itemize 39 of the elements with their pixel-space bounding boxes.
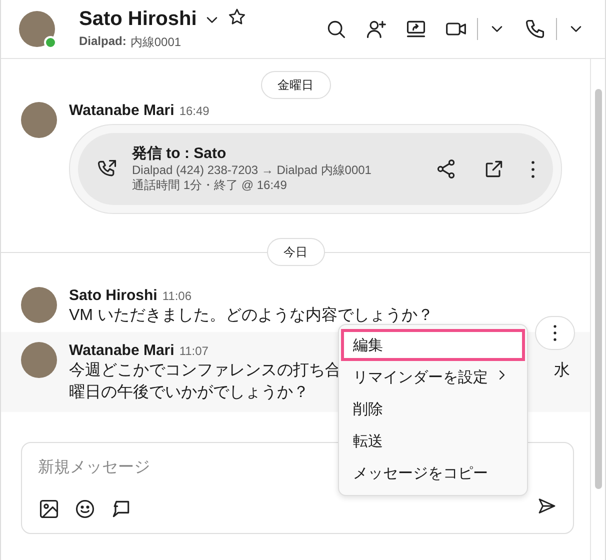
sender-name: Sato Hiroshi	[69, 287, 158, 305]
external-link-icon[interactable]	[483, 158, 505, 180]
add-person-icon[interactable]	[365, 18, 387, 40]
message-time: 11:06	[162, 288, 192, 305]
call-title: 発信 to : Sato	[132, 145, 228, 163]
star-icon[interactable]	[226, 7, 247, 27]
more-icon	[553, 325, 557, 341]
message-text: VM いただきました。どのような内容でしょうか？	[69, 306, 434, 326]
smiley-icon[interactable]	[74, 498, 96, 520]
message-text: 曜日の午後でいかがでしょうか？	[69, 383, 309, 403]
date-separator: 金曜日	[260, 71, 330, 99]
contact-name: Sato Hiroshi	[79, 8, 197, 31]
send-icon[interactable]	[537, 496, 557, 516]
subtitle-label: Dialpad:	[79, 34, 126, 50]
extension-number: 内線0001	[130, 34, 182, 51]
avatar-photo	[21, 342, 57, 378]
screen-share-icon[interactable]	[405, 18, 427, 40]
search-icon[interactable]	[325, 18, 347, 40]
phone-icon[interactable]	[524, 18, 546, 40]
image-icon[interactable]	[38, 498, 60, 520]
message-time: 16:49	[179, 103, 210, 120]
sender-name: Watanabe Mari	[69, 342, 174, 360]
status-dot	[44, 36, 57, 49]
message-text: 水	[554, 360, 570, 381]
call-detail: Dialpad (424) 238-7203 → Dialpad 内線0001	[132, 163, 372, 178]
menu-item[interactable]: 編集	[341, 329, 525, 361]
share-icon[interactable]	[435, 158, 457, 180]
call-duration: 通話時間 1分・終了 @ 16:49	[132, 178, 288, 193]
message-time: 11:07	[179, 343, 208, 360]
date-separator: 今日	[266, 238, 324, 266]
avatar-photo	[21, 287, 57, 323]
more-icon[interactable]	[531, 160, 535, 178]
scrollbar-thumb[interactable]	[594, 89, 602, 489]
menu-item[interactable]: メッセージをコピー	[341, 457, 525, 489]
menu-item[interactable]: 削除	[341, 393, 525, 425]
message-text: 今週どこかでコンファレンスの打ち合	[69, 361, 341, 381]
avatar-photo	[21, 102, 57, 138]
menu-item[interactable]: リマインダーを設定	[341, 361, 525, 393]
sender-name: Watanabe Mari	[69, 102, 174, 120]
